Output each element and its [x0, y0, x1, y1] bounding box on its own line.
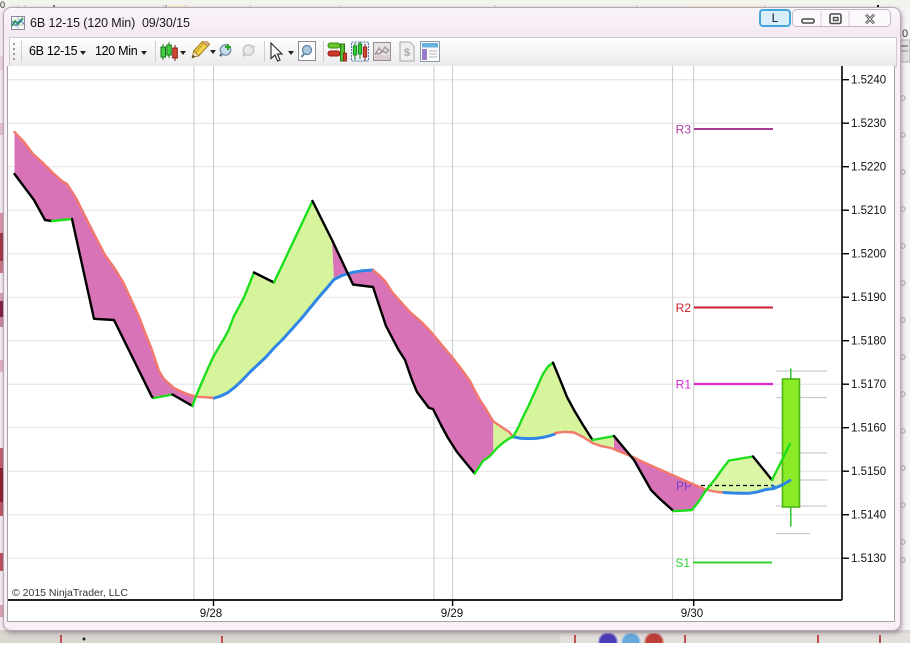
- svg-text:$: $: [404, 47, 410, 59]
- svg-text:R1: R1: [676, 378, 692, 392]
- svg-text:R2: R2: [676, 301, 692, 315]
- svg-text:S1: S1: [675, 556, 690, 570]
- svg-text:R3: R3: [676, 123, 692, 137]
- svg-text:1.5240: 1.5240: [851, 75, 886, 87]
- svg-text:1.5170: 1.5170: [851, 379, 886, 391]
- svg-text:1.5150: 1.5150: [851, 466, 886, 478]
- svg-text:© 2015 NinjaTrader, LLC: © 2015 NinjaTrader, LLC: [12, 587, 128, 599]
- svg-text:1.5160: 1.5160: [851, 423, 886, 435]
- svg-text:1.5130: 1.5130: [851, 553, 886, 565]
- svg-text:1.5230: 1.5230: [851, 118, 886, 130]
- svg-text:9/30: 9/30: [681, 608, 703, 620]
- svg-text:9/28: 9/28: [200, 608, 222, 620]
- svg-text:1.5200: 1.5200: [851, 249, 886, 261]
- svg-text:1.5190: 1.5190: [851, 292, 886, 304]
- svg-text:1.5140: 1.5140: [851, 510, 886, 522]
- svg-text:1.5210: 1.5210: [851, 205, 886, 217]
- svg-text:1.5180: 1.5180: [851, 336, 886, 348]
- svg-text:1.5220: 1.5220: [851, 162, 886, 174]
- svg-text:9/29: 9/29: [441, 608, 463, 620]
